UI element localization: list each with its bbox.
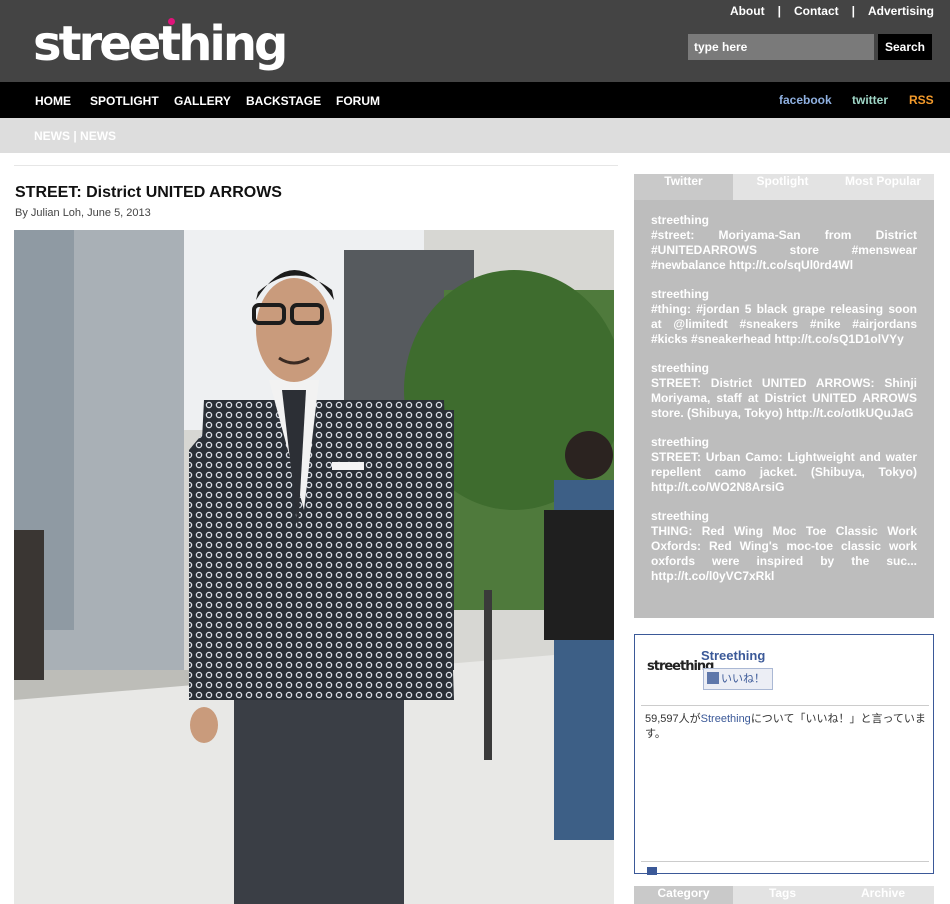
tweet-text: #street: Moriyama-San from District #UNI…: [651, 228, 917, 272]
nav-home[interactable]: HOME: [35, 94, 71, 108]
article-byline: By Julian Loh, June 5, 2013: [15, 207, 151, 219]
sidebar-tabs: Twitter Spotlight Most Popular: [634, 174, 934, 200]
contact-link[interactable]: Contact: [794, 4, 839, 18]
fb-count-prefix: 59,597人が: [645, 713, 701, 725]
separator: |: [777, 4, 781, 18]
tweet-text: STREET: District UNITED ARROWS: Shinji M…: [651, 376, 917, 420]
nav-spotlight[interactable]: SPOTLIGHT: [90, 94, 159, 108]
twitter-feed: streething #street: Moriyama-San from Di…: [634, 200, 934, 618]
tab-archive[interactable]: Archive: [832, 886, 934, 904]
nav-backstage[interactable]: BACKSTAGE: [246, 94, 321, 108]
tweet: streething STREET: Urban Camo: Lightweig…: [651, 435, 917, 495]
facebook-icon: [647, 867, 657, 875]
tab-twitter[interactable]: Twitter: [634, 174, 733, 200]
fb-like-label: いいね！: [721, 673, 765, 685]
nav-gallery[interactable]: GALLERY: [174, 94, 231, 108]
fb-page-name[interactable]: Streething: [701, 648, 765, 663]
nav-forum[interactable]: FORUM: [336, 94, 380, 108]
tweet-user[interactable]: streething: [651, 435, 917, 449]
search-input[interactable]: type here: [688, 34, 874, 60]
divider: [14, 165, 618, 166]
tweet-user[interactable]: streething: [651, 509, 917, 523]
logo-dot: [168, 18, 175, 25]
rss-link[interactable]: RSS: [909, 93, 934, 107]
tweet: streething THING: Red Wing Moc Toe Class…: [651, 509, 917, 584]
advertising-link[interactable]: Advertising: [868, 4, 934, 18]
article-photo: [14, 230, 614, 904]
divider: [641, 861, 929, 862]
tweet-text: #thing: #jordan 5 black grape releasing …: [651, 302, 917, 346]
tweet-user[interactable]: streething: [651, 361, 917, 375]
divider: [641, 705, 929, 706]
tweet: streething #thing: #jordan 5 black grape…: [651, 287, 917, 347]
article-title: STREET: District UNITED ARROWS: [15, 184, 282, 201]
facebook-link[interactable]: facebook: [779, 93, 832, 107]
thumbs-up-icon: [707, 672, 719, 684]
tweet: streething #street: Moriyama-San from Di…: [651, 213, 917, 273]
main-nav: HOME SPOTLIGHT GALLERY BACKSTAGE FORUM f…: [0, 82, 950, 118]
twitter-link[interactable]: twitter: [852, 93, 888, 107]
breadcrumb[interactable]: NEWS | NEWS: [34, 129, 116, 143]
top-links: About | Contact | Advertising: [730, 4, 934, 18]
sidebar-tabs-bottom: Category Tags Archive: [634, 886, 934, 904]
fb-like-button[interactable]: いいね！: [703, 668, 773, 690]
search-button[interactable]: Search: [878, 34, 932, 60]
about-link[interactable]: About: [730, 4, 765, 18]
breadcrumb-bar: NEWS | NEWS: [0, 118, 950, 153]
tweet-user[interactable]: streething: [651, 213, 917, 227]
fb-like-count: 59,597人がStreethingについて「いいね！」と言っています。: [645, 712, 931, 742]
tab-tags[interactable]: Tags: [733, 886, 832, 904]
tab-category[interactable]: Category: [634, 886, 733, 904]
separator: |: [851, 4, 855, 18]
fb-count-link[interactable]: Streething: [701, 713, 751, 725]
site-logo[interactable]: streething: [33, 18, 288, 68]
tweet-text: STREET: Urban Camo: Lightweight and wate…: [651, 450, 917, 494]
site-header: streething About | Contact | Advertising…: [0, 0, 950, 82]
facebook-like-box: streething Streething いいね！ 59,597人がStree…: [634, 634, 934, 875]
tweet-user[interactable]: streething: [651, 287, 917, 301]
tweet-text: THING: Red Wing Moc Toe Classic Work Oxf…: [651, 524, 917, 583]
tab-most-popular[interactable]: Most Popular: [832, 174, 934, 200]
tab-spotlight[interactable]: Spotlight: [733, 174, 832, 200]
tweet: streething STREET: District UNITED ARROW…: [651, 361, 917, 421]
